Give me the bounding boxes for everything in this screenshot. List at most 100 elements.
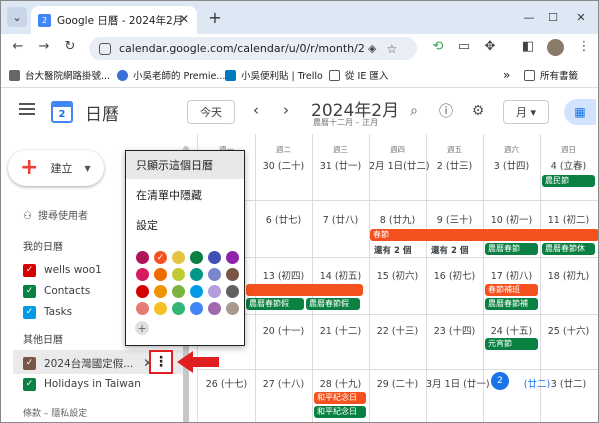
minimize-icon[interactable]: — [519, 7, 539, 27]
day-number[interactable]: 21 (十二) [312, 323, 369, 337]
color-swatch[interactable] [226, 285, 239, 298]
day-number[interactable]: 31 (廿一) [312, 158, 369, 172]
day-number[interactable]: 9 (三十) [426, 212, 483, 226]
event-chip[interactable]: 春節補班 [485, 284, 538, 296]
color-swatch[interactable] [190, 285, 203, 298]
all-bookmarks-folder[interactable]: 所有書籤 [524, 68, 578, 82]
search-people-input[interactable]: ⚇ 搜尋使用者 [23, 207, 88, 222]
event-chip[interactable]: 農曆春節補 [485, 298, 538, 310]
extensions-puzzle-icon[interactable]: ✥ [481, 39, 499, 54]
day-number[interactable]: 25 (十六) [540, 323, 597, 337]
calendar-item-taiwan-holidays-2024[interactable]: ✓ 2024台灣國定假... ✕ [23, 354, 153, 372]
menu-item-settings[interactable]: 設定 [126, 211, 244, 239]
day-number[interactable]: 3 (廿二) [540, 376, 597, 390]
color-swatch[interactable] [136, 251, 149, 264]
address-bar[interactable]: calendar.google.com/calendar/u/0/r/month… [89, 37, 417, 60]
color-swatch[interactable] [190, 251, 203, 264]
bookmark-item[interactable]: 台大醫院網路掛號... [9, 68, 110, 82]
calendar-item-tasks[interactable]: ✓ Tasks [23, 303, 72, 321]
google-calendar-logo[interactable]: 2 [51, 101, 73, 123]
checkbox-checked-icon[interactable]: ✓ [23, 284, 36, 298]
day-number[interactable]: 3月 1日 (廿一) [426, 376, 490, 390]
event-chip[interactable]: 農曆春節假 [306, 298, 360, 310]
day-number[interactable]: 2月 1日(廿二) [369, 158, 430, 172]
day-number[interactable]: 11 (初二) [540, 212, 597, 226]
eye-off-icon[interactable]: ◈ [368, 42, 376, 55]
today-button[interactable]: 今天 [187, 100, 235, 124]
color-swatch[interactable] [154, 285, 167, 298]
more-events-link[interactable]: 還有 2 個 [431, 244, 468, 256]
terms-privacy-links[interactable]: 條款 – 隱私設定 [23, 406, 87, 419]
day-number[interactable]: 6 (廿七) [255, 212, 312, 226]
color-swatch[interactable] [172, 268, 185, 281]
day-number[interactable]: 3 (廿四) [483, 158, 540, 172]
day-number[interactable]: 7 (廿八) [312, 212, 369, 226]
active-tab[interactable]: 2 Google 日曆 - 2024年2月 ✕ [31, 6, 197, 34]
checkbox-checked-icon[interactable]: ✓ [23, 377, 36, 391]
event-chip-spring-festival[interactable]: 春節 [370, 229, 598, 241]
day-number[interactable]: 13 (初四) [255, 268, 312, 282]
more-options-button[interactable]: ⋮ [149, 350, 173, 374]
calendar-item-holidays-in-taiwan[interactable]: ✓ Holidays in Taiwan [23, 375, 141, 393]
day-number[interactable]: 15 (初六) [369, 268, 426, 282]
event-chip[interactable]: 農曆春節休 [542, 243, 595, 255]
calendar-view-icon[interactable]: ▦ [564, 99, 596, 125]
color-swatch[interactable] [154, 268, 167, 281]
bookmark-item[interactable]: 小吳便利貼 | Trello [225, 68, 323, 82]
color-swatch[interactable]: ✓ [154, 251, 167, 264]
checkbox-checked-icon[interactable]: ✓ [23, 356, 36, 370]
day-number[interactable]: 20 (十一) [255, 323, 312, 337]
checkbox-checked-icon[interactable]: ✓ [23, 263, 36, 277]
side-panel-icon[interactable]: ◧ [519, 39, 537, 54]
day-number[interactable]: 17 (初八) [483, 268, 540, 282]
color-swatch[interactable] [208, 251, 221, 264]
color-swatch[interactable] [136, 302, 149, 315]
next-month-button[interactable]: › [283, 101, 289, 119]
day-number[interactable]: 26 (十七) [198, 376, 255, 390]
event-chip[interactable]: 元宵節 [485, 338, 538, 350]
back-icon[interactable]: ← [9, 39, 27, 54]
today-date-marker[interactable]: 2 [491, 372, 509, 390]
extension-chat-icon[interactable]: ▭ [455, 39, 473, 54]
color-swatch[interactable] [172, 251, 185, 264]
color-swatch[interactable] [208, 302, 221, 315]
color-swatch[interactable] [226, 268, 239, 281]
color-swatch[interactable] [172, 285, 185, 298]
calendar-item-contacts[interactable]: ✓ Contacts [23, 282, 90, 300]
my-calendars-heading[interactable]: 我的日曆 [23, 238, 63, 253]
reload-icon[interactable]: ↻ [61, 39, 79, 54]
day-number[interactable]: 29 (二十) [369, 376, 426, 390]
maximize-icon[interactable]: ☐ [543, 7, 563, 27]
close-window-icon[interactable]: ✕ [571, 7, 591, 27]
close-tab-icon[interactable]: ✕ [179, 12, 189, 26]
calendar-item-wells-woo1[interactable]: ✓ wells woo1 [23, 261, 102, 279]
checkbox-checked-icon[interactable]: ✓ [23, 305, 36, 319]
tab-search-button[interactable]: ⌄ [7, 7, 27, 27]
day-number[interactable]: 22 (十三) [369, 323, 426, 337]
day-number[interactable]: 27 (十八) [255, 376, 312, 390]
event-chip[interactable]: 農曆春節假 [246, 298, 304, 310]
site-info-icon[interactable] [99, 42, 111, 55]
color-swatch[interactable] [226, 302, 239, 315]
prev-month-button[interactable]: ‹ [253, 101, 259, 119]
day-number[interactable]: 10 (初一) [483, 212, 540, 226]
new-tab-button[interactable]: + [205, 7, 225, 27]
day-number[interactable]: 24 (十五) [483, 323, 540, 337]
main-menu-icon[interactable] [19, 103, 35, 115]
event-chip[interactable]: 和平紀念日 [314, 406, 366, 418]
settings-gear-icon[interactable]: ⚙ [467, 100, 489, 122]
event-chip[interactable]: 和平紀念日 [314, 392, 366, 404]
color-swatch[interactable] [154, 302, 167, 315]
color-swatch[interactable] [136, 268, 149, 281]
search-icon[interactable]: ⌕ [403, 100, 425, 122]
bookmark-item[interactable]: 小吳老師的 Premie... [117, 68, 225, 82]
create-button[interactable]: + 建立 ▼ [8, 150, 104, 186]
bookmark-star-icon[interactable]: ☆ [386, 42, 397, 56]
bookmark-folder[interactable]: 從 IE 匯入 [329, 68, 388, 82]
event-chip[interactable]: 農民節 [542, 175, 595, 187]
day-number[interactable]: 28 (十九) [312, 376, 369, 390]
day-number[interactable]: 18 (初九) [540, 268, 597, 282]
day-number[interactable]: 2 (廿三) [426, 158, 483, 172]
day-number[interactable]: 16 (初七) [426, 268, 483, 282]
color-swatch[interactable] [136, 285, 149, 298]
